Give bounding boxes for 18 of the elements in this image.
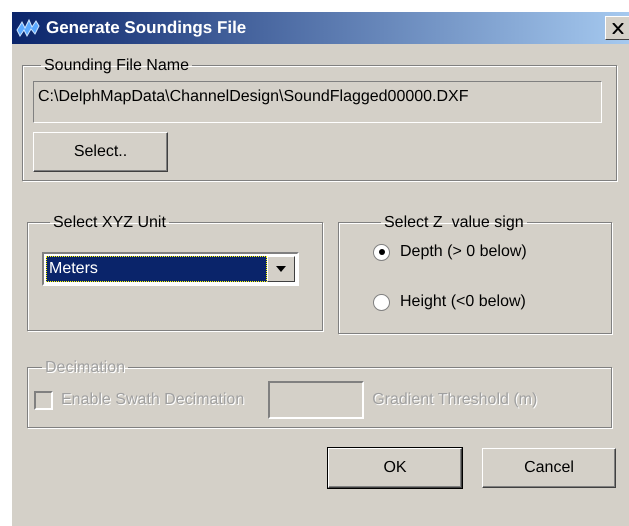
dialog-button[interactable]: Cancel	[482, 448, 616, 488]
select-button[interactable]: Select..	[33, 132, 168, 172]
radio-label: Height (<0 below)	[400, 292, 526, 312]
close-button[interactable]	[605, 16, 629, 40]
radio-label: Depth (> 0 below)	[400, 242, 527, 262]
dialog-button[interactable]: OK	[328, 448, 462, 488]
group-title: Sounding File Name	[43, 56, 190, 76]
dropdown-arrow-icon	[276, 266, 286, 272]
radio-button[interactable]	[373, 294, 390, 311]
group-title: Decimation	[44, 358, 126, 378]
window-title: Generate Soundings File	[46, 17, 246, 40]
unit-dropdown[interactable]: Meters	[42, 252, 299, 286]
radio-button[interactable]	[373, 244, 390, 261]
group-title: Select Z value sign	[383, 213, 525, 232]
close-icon	[612, 22, 624, 34]
path-field[interactable]: C:\DelphMapData\ChannelDesign\SoundFlagged00000.DXF	[33, 81, 602, 124]
app-icon	[16, 18, 40, 38]
group-title: Select XYZ Unit	[52, 213, 167, 232]
